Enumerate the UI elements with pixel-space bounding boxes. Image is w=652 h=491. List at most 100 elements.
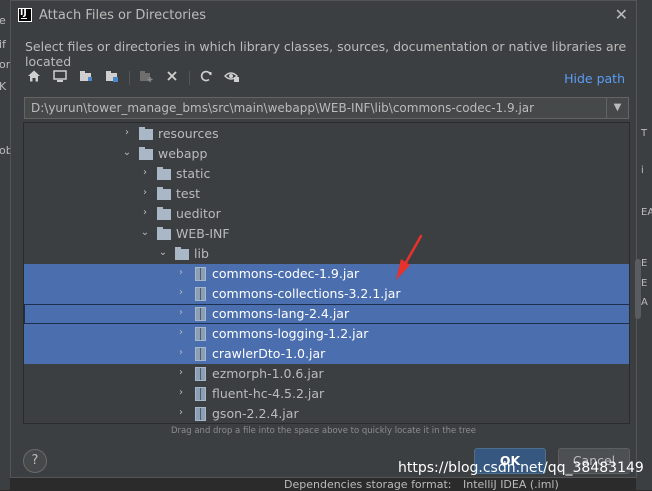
folder-icon — [139, 127, 153, 140]
jar-file-icon — [195, 287, 206, 301]
jar-file-icon — [195, 307, 206, 321]
tree-row[interactable]: › crawlerDto-1.0.jar — [24, 344, 629, 364]
background-right-letter: E — [641, 258, 648, 269]
background-right-letter: i — [641, 165, 644, 176]
chevron-right-icon[interactable]: › — [140, 167, 150, 178]
tree-row-label: commons-codec-1.9.jar — [212, 266, 360, 281]
close-button[interactable]: ✕ — [615, 5, 628, 24]
tree-row-label: crawlerDto-1.0.jar — [212, 346, 326, 361]
intellij-app-icon: IJ — [18, 8, 32, 22]
tree-row-label: resources — [158, 126, 219, 141]
module-icon[interactable] — [103, 69, 121, 87]
tree-row[interactable]: › commons-codec-1.9.jar — [24, 264, 629, 284]
dialog-description: Select files or directories in which lib… — [25, 39, 627, 69]
app-icon-letter: IJ — [20, 8, 27, 18]
tree-row-label: commons-lang-2.4.jar — [212, 306, 350, 321]
tree-row[interactable]: › gson-2.2.4.jar — [24, 404, 629, 423]
jar-file-icon — [195, 387, 206, 401]
tree-row-label: test — [176, 186, 201, 201]
tree-row-label: lib — [194, 246, 209, 261]
tree-row[interactable]: ⌄ lib — [24, 244, 629, 264]
tree-row-label: gson-2.2.4.jar — [212, 406, 299, 421]
tree-row[interactable]: ⌄ WEB-INF — [24, 224, 629, 244]
chevron-down-icon[interactable]: ⌄ — [122, 147, 132, 158]
chevron-right-icon[interactable]: › — [176, 327, 186, 338]
tree-row-label: commons-collections-3.2.1.jar — [212, 286, 401, 301]
drag-drop-hint: Drag and drop a file into the space abov… — [171, 426, 477, 436]
jar-file-icon — [195, 267, 206, 281]
background-left-letter: e — [0, 14, 6, 27]
background-left-letter: or — [0, 58, 11, 71]
desktop-icon[interactable] — [51, 69, 69, 87]
chevron-down-icon[interactable]: ⌄ — [158, 247, 168, 258]
path-combobox[interactable]: D:\yurun\tower_manage_bms\src\main\webap… — [24, 97, 629, 119]
chevron-right-icon[interactable]: › — [176, 267, 186, 278]
toolbar-separator — [129, 71, 130, 85]
tree-row-label: commons-logging-1.2.jar — [212, 326, 369, 341]
tree-row[interactable]: › commons-collections-3.2.1.jar — [24, 284, 629, 304]
tree-row[interactable]: › resources — [24, 124, 629, 144]
jar-file-icon — [195, 327, 206, 341]
project-icon[interactable] — [77, 69, 95, 87]
watermark: https://blog.csdn.net/qq_38483149 — [398, 460, 644, 476]
tree-row-label: fluent-hc-4.5.2.jar — [212, 386, 325, 401]
tree-row[interactable]: ⌄ webapp — [24, 144, 629, 164]
folder-icon — [157, 207, 171, 220]
tree-row[interactable]: › commons-lang-2.4.jar — [24, 304, 629, 324]
background-status-line: Dependencies storage format: IntelliJ ID… — [284, 478, 559, 491]
background-right-letter: T — [641, 128, 648, 139]
background-right-letter: E — [641, 278, 648, 289]
tree-row[interactable]: › static — [24, 164, 629, 184]
tree-row[interactable]: › ueditor — [24, 204, 629, 224]
chevron-right-icon[interactable]: › — [140, 187, 150, 198]
tree-row-label: ezmorph-1.0.6.jar — [212, 366, 324, 381]
chevron-right-icon[interactable]: › — [176, 347, 186, 358]
background-right-letter: EA — [641, 207, 652, 218]
chevron-right-icon[interactable]: › — [176, 307, 186, 318]
storage-format-value: IntelliJ IDEA (.iml) — [462, 478, 559, 491]
show-hidden-icon[interactable] — [223, 69, 241, 87]
chevron-right-icon[interactable]: › — [176, 407, 186, 418]
new-folder-icon[interactable] — [137, 69, 155, 87]
home-icon[interactable] — [25, 69, 43, 87]
delete-icon[interactable] — [163, 69, 181, 87]
file-tree[interactable]: › resources ⌄ webapp › static › test › ueditor ⌄ WE… — [23, 122, 630, 424]
hide-path-link[interactable]: Hide path — [564, 71, 625, 86]
tree-scrollbar[interactable] — [635, 259, 641, 319]
dialog-title: Attach Files or Directories — [39, 8, 207, 23]
tree-row[interactable]: › test — [24, 184, 629, 204]
folder-icon — [157, 187, 171, 200]
folder-icon — [157, 167, 171, 180]
chevron-down-icon[interactable]: ▼ — [606, 98, 628, 118]
background-left-letter: if — [0, 38, 6, 51]
chevron-right-icon[interactable]: › — [176, 367, 186, 378]
background-right-letter: A — [641, 297, 648, 308]
folder-icon — [157, 227, 171, 240]
attach-files-dialog: IJ Attach Files or Directories ✕ Select … — [10, 0, 641, 478]
jar-file-icon — [195, 367, 206, 381]
chevron-down-icon[interactable]: ⌄ — [140, 227, 150, 238]
tree-row-label: ueditor — [176, 206, 221, 221]
refresh-icon[interactable] — [197, 69, 215, 87]
chevron-right-icon[interactable]: › — [176, 287, 186, 298]
tree-row-label: WEB-INF — [176, 226, 230, 241]
help-button[interactable]: ? — [23, 449, 47, 473]
dialog-titlebar: IJ Attach Files or Directories ✕ — [11, 1, 638, 31]
tree-row[interactable]: › ezmorph-1.0.6.jar — [24, 364, 629, 384]
background-ide-right-panel: T i EA E E A — [636, 0, 652, 490]
chevron-right-icon[interactable]: › — [140, 207, 150, 218]
tree-row-label: static — [176, 166, 211, 181]
toolbar: Hide path — [25, 69, 625, 89]
tree-row-label: webapp — [158, 146, 208, 161]
chevron-right-icon[interactable]: › — [176, 387, 186, 398]
background-ide-left-panel: e if or K ob — [0, 0, 13, 490]
path-field[interactable]: D:\yurun\tower_manage_bms\src\main\webap… — [31, 101, 534, 115]
tree-row[interactable]: › commons-logging-1.2.jar — [24, 324, 629, 344]
chevron-right-icon[interactable]: › — [122, 127, 132, 138]
jar-file-icon — [195, 407, 206, 421]
folder-icon — [139, 147, 153, 160]
background-left-letter: K — [0, 80, 7, 93]
toolbar-separator — [189, 71, 190, 85]
tree-row[interactable]: › fluent-hc-4.5.2.jar — [24, 384, 629, 404]
storage-format-label: Dependencies storage format: — [284, 478, 452, 491]
